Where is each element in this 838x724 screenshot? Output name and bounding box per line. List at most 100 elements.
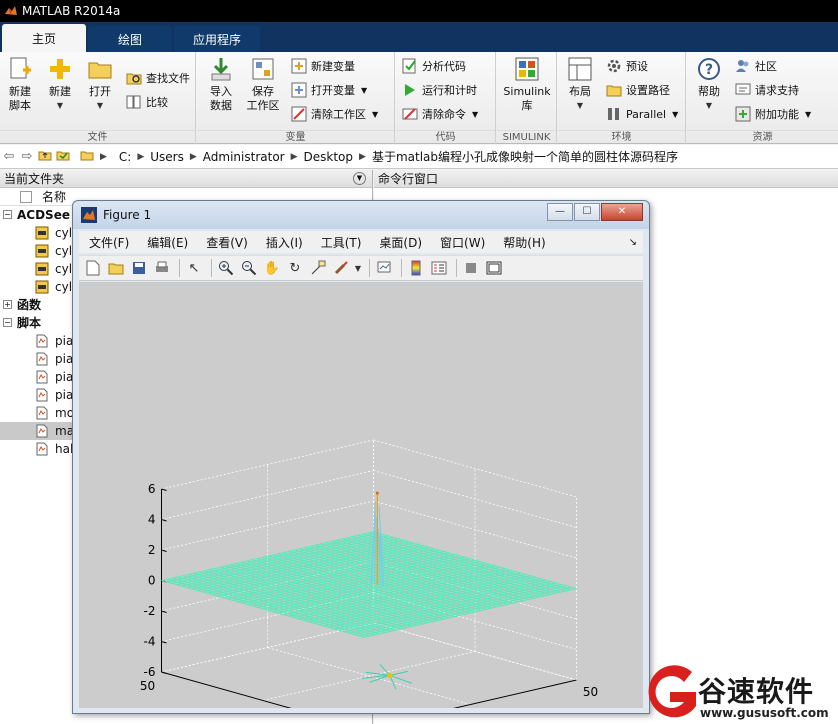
figure-window: Figure 1 — ☐ ✕ 文件(F) 编辑(E) 查看(V) 插入(I) 工…	[72, 200, 650, 724]
layout-button[interactable]: 布局 ▼	[560, 56, 600, 113]
link-plot-icon[interactable]	[374, 258, 394, 278]
colorbar-icon[interactable]	[406, 258, 426, 278]
layout-label: 布局	[569, 85, 591, 98]
browse-folder-icon[interactable]	[54, 149, 72, 165]
addons-button[interactable]: 附加功能 ▼	[735, 104, 811, 124]
script-file-icon	[35, 388, 49, 402]
zoom-out-icon[interactable]	[239, 258, 259, 278]
variable-group-label: 变量	[197, 130, 394, 144]
open-button[interactable]: 打开 ▼	[80, 56, 120, 113]
new-figure-icon[interactable]	[83, 258, 103, 278]
menu-window[interactable]: 窗口(W)	[440, 234, 485, 251]
find-files-icon	[126, 70, 142, 86]
resources-group-label: 资源	[687, 130, 838, 144]
help-button[interactable]: ? 帮助 ▼	[689, 56, 729, 113]
menu-edit[interactable]: 编辑(E)	[147, 234, 188, 251]
minimize-button[interactable]: —	[547, 203, 573, 221]
menu-insert[interactable]: 插入(I)	[266, 234, 303, 251]
breadcrumb-separator-icon: ▶	[189, 151, 197, 162]
set-path-label: 设置路径	[626, 84, 670, 97]
new-script-button[interactable]: 新建 脚本	[0, 56, 40, 113]
tab-home[interactable]: 主页	[2, 24, 86, 52]
z-tick-label: -6	[144, 665, 156, 679]
open-variable-button[interactable]: 打开变量 ▼	[291, 80, 367, 100]
breadcrumb-item[interactable]: C:	[119, 150, 131, 164]
menu-help[interactable]: 帮助(H)	[503, 234, 545, 251]
maximize-button[interactable]: ☐	[574, 203, 600, 221]
file-name: pia	[55, 370, 74, 384]
clear-workspace-dropdown-icon: ▼	[372, 109, 379, 119]
help-icon: ?	[696, 56, 722, 82]
zoom-in-icon[interactable]	[216, 258, 236, 278]
simulink-library-button[interactable]: Simulink 库	[503, 56, 551, 113]
pan-hand-icon[interactable]: ✋	[262, 258, 282, 278]
environment-group-label: 环境	[558, 130, 685, 144]
menu-file[interactable]: 文件(F)	[89, 234, 129, 251]
panel-actions-icon[interactable]: ▼	[353, 172, 366, 185]
parallel-button[interactable]: Parallel ▼	[606, 104, 678, 124]
open-file-icon[interactable]	[106, 258, 126, 278]
up-folder-icon[interactable]	[36, 149, 54, 165]
simulink-library-icon	[514, 56, 540, 82]
figure-title-bar[interactable]: Figure 1 — ☐ ✕	[73, 201, 649, 229]
y-axis-line	[383, 679, 577, 724]
breadcrumb-item[interactable]: 基于matlab编程小孔成像映射一个简单的圆柱体源码程序	[372, 148, 678, 165]
figure-canvas[interactable]: 6420-2-4-6500-50-50050	[79, 282, 643, 724]
community-button[interactable]: 社区	[735, 56, 777, 76]
compare-button[interactable]: 比较	[126, 92, 168, 112]
brush-icon[interactable]	[331, 258, 351, 278]
surface-peak-tip	[375, 491, 379, 495]
menu-desktop[interactable]: 桌面(D)	[379, 234, 422, 251]
brush-dropdown-icon[interactable]: ▼	[354, 258, 362, 278]
collapse-icon[interactable]: −	[3, 210, 12, 219]
clear-workspace-button[interactable]: 清除工作区 ▼	[291, 104, 378, 124]
save-workspace-button[interactable]: 保存 工作区	[243, 56, 283, 113]
select-all-checkbox[interactable]	[20, 191, 32, 203]
analyze-code-button[interactable]: 分析代码	[402, 56, 466, 76]
find-files-button[interactable]: 查找文件	[126, 68, 190, 88]
request-support-button[interactable]: 请求支持	[735, 80, 799, 100]
new-button[interactable]: 新建 ▼	[40, 56, 80, 113]
save-icon[interactable]	[129, 258, 149, 278]
import-data-button[interactable]: 导入 数据	[201, 56, 241, 113]
show-plot-tools-icon[interactable]	[484, 258, 504, 278]
dock-arrow-icon[interactable]: ↘	[629, 237, 637, 248]
data-cursor-icon[interactable]	[308, 258, 328, 278]
menu-tools[interactable]: 工具(T)	[321, 234, 362, 251]
addons-icon	[735, 106, 751, 122]
tab-plots[interactable]: 绘图	[88, 26, 172, 52]
menu-view[interactable]: 查看(V)	[206, 234, 248, 251]
new-variable-button[interactable]: 新建变量	[291, 56, 355, 76]
collapse-icon[interactable]: −	[3, 318, 12, 327]
expand-icon[interactable]: +	[3, 300, 12, 309]
forward-arrow-icon[interactable]: ⇨	[18, 149, 36, 164]
legend-icon[interactable]	[429, 258, 449, 278]
set-path-button[interactable]: 设置路径	[606, 80, 670, 100]
breadcrumb-item[interactable]: Desktop	[304, 150, 354, 164]
compare-icon	[126, 94, 142, 110]
rotate-3d-icon[interactable]: ↻	[285, 258, 305, 278]
tab-apps[interactable]: 应用程序	[174, 26, 260, 52]
pointer-icon[interactable]: ↖	[184, 258, 204, 278]
toolbar-separator	[211, 259, 212, 277]
jpg-file-icon	[35, 280, 49, 294]
ribbon-group-simulink: Simulink 库 SIMULINK	[497, 52, 557, 144]
gear-icon	[606, 58, 622, 74]
surface-plot[interactable]: 6420-2-4-6500-50-50050	[79, 282, 643, 724]
hide-plot-tools-icon[interactable]	[461, 258, 481, 278]
print-icon[interactable]	[152, 258, 172, 278]
clear-commands-button[interactable]: 清除命令 ▼	[402, 104, 478, 124]
preferences-button[interactable]: 预设	[606, 56, 648, 76]
close-button[interactable]: ✕	[601, 203, 643, 221]
breadcrumb-item[interactable]: Users	[150, 150, 184, 164]
run-and-time-button[interactable]: 运行和计时	[402, 80, 477, 100]
simulink-library-label: Simulink 库	[503, 85, 551, 112]
ribbon-group-resources: ? 帮助 ▼ 社区 请求支持 附加功能 ▼ 资源	[687, 52, 838, 144]
breadcrumb-item[interactable]: Administrator	[203, 150, 285, 164]
window-controls: — ☐ ✕	[546, 203, 643, 221]
clear-commands-icon	[402, 106, 418, 122]
back-arrow-icon[interactable]: ⇦	[0, 149, 18, 164]
file-name: pia	[55, 352, 74, 366]
script-file-icon	[35, 370, 49, 384]
ribbon-group-environment: 布局 ▼ 预设 设置路径 Parallel ▼ 环境	[558, 52, 686, 144]
